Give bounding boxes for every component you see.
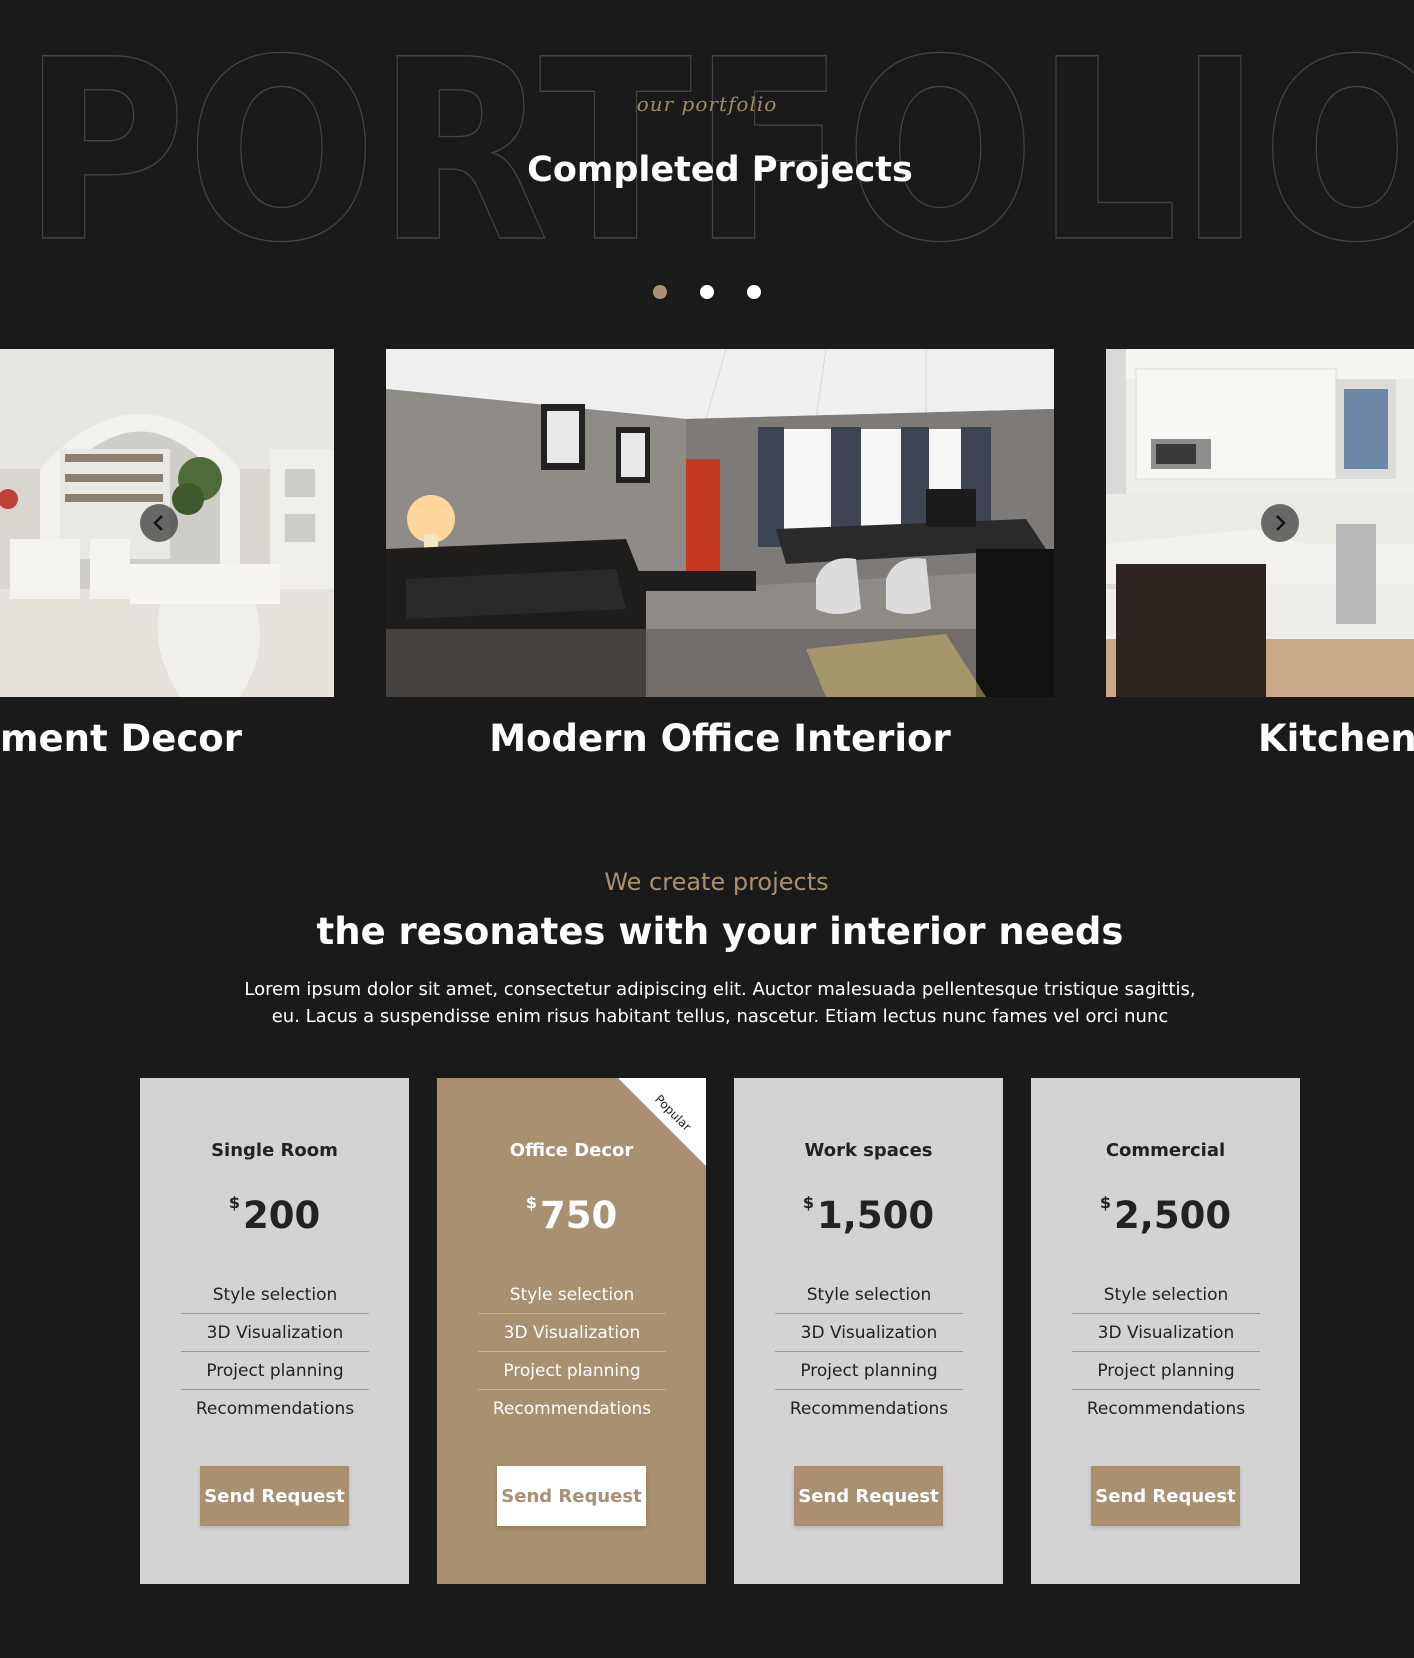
chevron-left-icon: [153, 515, 163, 531]
plan-name: Work spaces: [804, 1140, 933, 1161]
slide-modern-office[interactable]: Modern Office Interior: [386, 349, 1054, 769]
portfolio-hero: PORTFOLIO our portfolio Completed Projec…: [0, 0, 1414, 320]
slide-caption: Kitchen I: [1258, 717, 1414, 760]
pagination-dot-2[interactable]: [700, 285, 714, 299]
currency-symbol: $: [228, 1193, 240, 1212]
slide-caption: Modern Office Interior: [489, 717, 951, 760]
background-word-portfolio: PORTFOLIO: [0, 0, 1414, 260]
pricing-cards: Single Room $200 Style selection 3D Visu…: [140, 1078, 1300, 1584]
feature-item: Style selection: [1072, 1276, 1260, 1314]
feature-item: Style selection: [775, 1276, 963, 1314]
feature-list: Style selection 3D Visualization Project…: [478, 1276, 666, 1428]
currency-symbol: $: [1099, 1193, 1112, 1212]
price-value: 750: [539, 1194, 618, 1237]
plan-price: $2,500: [1031, 1193, 1300, 1237]
feature-item: Recommendations: [195, 1399, 355, 1419]
slide-image-kitchen: [1106, 349, 1414, 697]
slider-next-button[interactable]: [1261, 504, 1299, 542]
price-value: 2,500: [1114, 1194, 1232, 1237]
feature-list: Style selection 3D Visualization Project…: [181, 1276, 369, 1428]
slide-kitchen[interactable]: Kitchen I: [1106, 349, 1414, 769]
feature-item: Project planning: [478, 1352, 666, 1390]
feature-item: 3D Visualization: [181, 1314, 369, 1352]
slide-image-office: [386, 349, 1054, 697]
feature-item: Recommendations: [789, 1399, 949, 1419]
pagination-dot-3[interactable]: [747, 285, 761, 299]
price-value: 1,500: [817, 1194, 935, 1237]
intro-subtitle: We create projects: [604, 868, 829, 896]
feature-item: Recommendations: [1086, 1399, 1246, 1419]
currency-symbol: $: [802, 1193, 815, 1212]
send-request-button[interactable]: Send Request: [794, 1466, 943, 1526]
plan-price: $750: [437, 1193, 706, 1237]
intro-description: Lorem ipsum dolor sit amet, consectetur …: [244, 979, 1196, 1027]
plan-name: Commercial: [1105, 1140, 1226, 1161]
feature-item: 3D Visualization: [1072, 1314, 1260, 1352]
feature-item: Style selection: [478, 1276, 666, 1314]
plan-name: Single Room: [211, 1140, 338, 1161]
feature-list: Style selection 3D Visualization Project…: [775, 1276, 963, 1428]
feature-item: Style selection: [181, 1276, 369, 1314]
currency-symbol: $: [525, 1193, 537, 1212]
plan-name: Office Decor: [509, 1140, 634, 1161]
chevron-right-icon: [1276, 515, 1286, 531]
pricing-card-single-room: Single Room $200 Style selection 3D Visu…: [140, 1078, 409, 1584]
feature-list: Style selection 3D Visualization Project…: [1072, 1276, 1260, 1428]
send-request-button[interactable]: Send Request: [200, 1466, 349, 1526]
script-label: our portfolio: [636, 92, 778, 116]
intro-title: the resonates with your interior needs: [316, 910, 1124, 953]
section-title: Completed Projects: [527, 150, 913, 190]
plan-price: $200: [140, 1193, 409, 1237]
feature-item: Project planning: [775, 1352, 963, 1390]
pricing-card-work-spaces: Work spaces $1,500 Style selection 3D Vi…: [734, 1078, 1003, 1584]
send-request-button[interactable]: Send Request: [497, 1466, 646, 1526]
slide-apartment-decor[interactable]: ment Decor: [0, 349, 334, 769]
project-slider: ment Decor Modern Office Interior Kitche…: [0, 349, 1414, 769]
background-word-text: PORTFOLIO: [22, 6, 1414, 260]
pricing-card-office-decor: Popular Office Decor $750 Style selectio…: [437, 1078, 706, 1584]
pagination-dot-1[interactable]: [653, 285, 667, 299]
plan-price: $1,500: [734, 1193, 1003, 1237]
slider-prev-button[interactable]: [140, 504, 178, 542]
feature-item: 3D Visualization: [478, 1314, 666, 1352]
feature-item: 3D Visualization: [775, 1314, 963, 1352]
price-value: 200: [242, 1194, 321, 1237]
send-request-button[interactable]: Send Request: [1091, 1466, 1240, 1526]
feature-item: Recommendations: [492, 1399, 652, 1419]
feature-item: Project planning: [1072, 1352, 1260, 1390]
slide-caption: ment Decor: [0, 717, 242, 760]
feature-item: Project planning: [181, 1352, 369, 1390]
pagination-dots: [0, 285, 1414, 299]
pricing-card-commercial: Commercial $2,500 Style selection 3D Vis…: [1031, 1078, 1300, 1584]
